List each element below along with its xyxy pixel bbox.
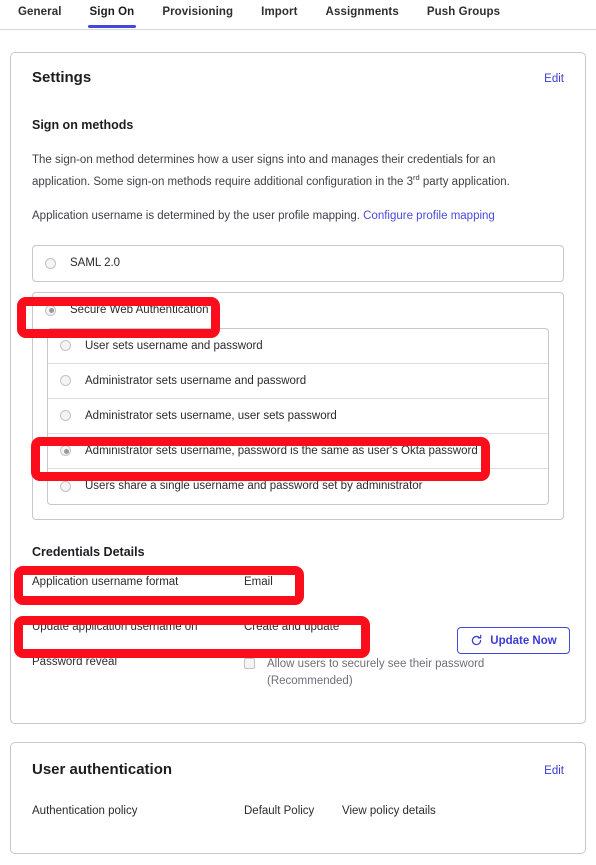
radio-icon[interactable] xyxy=(45,257,56,269)
password-reveal-line-1: Allow users to securely see their passwo… xyxy=(267,657,485,670)
radio-icon[interactable] xyxy=(60,340,71,352)
tab-provisioning-label: Provisioning xyxy=(162,6,234,18)
row-authentication-policy: Authentication policy Default Policy Vie… xyxy=(11,805,585,817)
update-application-username-label: Update application username on xyxy=(32,620,198,633)
option-saml-2-0[interactable]: SAML 2.0 xyxy=(33,246,563,281)
tab-sign-on-label: Sign On xyxy=(89,6,135,18)
sub-option-admin-username-user-password[interactable]: Administrator sets username, user sets p… xyxy=(48,399,548,434)
password-reveal-checkbox-wrap[interactable]: Allow users to securely see their passwo… xyxy=(244,656,564,690)
sub-option-label: Administrator sets username and password xyxy=(85,374,307,387)
description-ordinal-suffix: rd xyxy=(413,173,420,182)
tab-push-groups[interactable]: Push Groups xyxy=(427,0,500,27)
sub-option-label: User sets username and password xyxy=(85,339,263,352)
credentials-details-heading: Credentials Details xyxy=(32,544,145,559)
option-group-saml: SAML 2.0 xyxy=(32,244,564,282)
option-secure-web-authentication[interactable]: Secure Web Authentication xyxy=(33,293,563,328)
sign-on-methods-description: The sign-on method determines how a user… xyxy=(11,151,556,191)
sub-option-user-sets-username-password[interactable]: User sets username and password xyxy=(48,329,548,364)
user-authentication-header: User authentication Edit xyxy=(11,743,585,778)
tab-general[interactable]: General xyxy=(18,0,62,27)
tab-import-label: Import xyxy=(261,6,298,18)
tab-assignments-label: Assignments xyxy=(325,6,399,18)
view-policy-details-link[interactable]: View policy details xyxy=(342,805,564,817)
row-password-reveal: Password reveal Allow users to securely … xyxy=(11,656,585,690)
update-now-label: Update Now xyxy=(490,634,557,647)
checkbox-icon[interactable] xyxy=(244,657,255,669)
tab-import[interactable]: Import xyxy=(261,0,297,27)
description-line-2-pre: Some sign-on methods require additional … xyxy=(93,175,414,188)
radio-icon[interactable] xyxy=(60,445,71,457)
profile-mapping-text: Application username is determined by th… xyxy=(32,209,364,222)
user-authentication-title: User authentication xyxy=(32,761,173,778)
radio-icon[interactable] xyxy=(60,375,71,387)
settings-card: Settings Edit Sign on methods The sign-o… xyxy=(10,52,586,724)
radio-icon[interactable] xyxy=(45,304,56,316)
application-username-format-value: Email xyxy=(244,575,273,588)
password-reveal-line-2: (Recommended) xyxy=(267,674,353,687)
sign-on-methods-heading: Sign on methods xyxy=(32,118,134,132)
tab-general-label: General xyxy=(18,6,62,18)
app-tabs: General Sign On Provisioning Import Assi… xyxy=(0,0,596,30)
radio-icon[interactable] xyxy=(60,480,71,492)
configure-profile-mapping-link[interactable]: Configure profile mapping xyxy=(363,210,495,222)
profile-mapping-description: Application username is determined by th… xyxy=(11,207,556,225)
sub-option-shared-username-password[interactable]: Users share a single username and passwo… xyxy=(48,469,548,504)
radio-icon[interactable] xyxy=(60,410,71,422)
update-now-button[interactable]: Update Now xyxy=(457,627,570,654)
tab-push-groups-label: Push Groups xyxy=(426,6,501,18)
tab-assignments[interactable]: Assignments xyxy=(326,0,399,27)
settings-edit-link[interactable]: Edit xyxy=(544,73,564,85)
sub-option-label: Users share a single username and passwo… xyxy=(85,480,423,493)
sub-option-admin-username-okta-password[interactable]: Administrator sets username, password is… xyxy=(48,434,548,469)
authentication-policy-value: Default Policy xyxy=(244,805,315,817)
row-application-username-format: Application username format Email xyxy=(11,576,585,588)
password-reveal-label: Password reveal xyxy=(32,655,118,668)
swa-sub-options: User sets username and password Administ… xyxy=(47,327,549,505)
settings-card-header: Settings Edit xyxy=(11,53,585,86)
sign-on-settings-page: General Sign On Provisioning Import Assi… xyxy=(0,0,596,865)
option-group-swa: Secure Web Authentication User sets user… xyxy=(32,291,564,520)
sub-option-label: Administrator sets username, user sets p… xyxy=(85,409,337,422)
user-authentication-card: User authentication Edit Authentication … xyxy=(10,742,586,854)
refresh-icon xyxy=(472,634,482,646)
settings-title: Settings xyxy=(32,69,92,86)
description-line-2-post: party application. xyxy=(419,175,510,188)
sign-on-method-options: SAML 2.0 Secure Web Authentication User … xyxy=(11,244,585,520)
application-username-format-label: Application username format xyxy=(32,575,179,588)
user-authentication-edit-link[interactable]: Edit xyxy=(544,765,564,777)
password-reveal-description: Allow users to securely see their passwo… xyxy=(267,656,564,690)
option-label: SAML 2.0 xyxy=(70,257,121,270)
sub-option-admin-sets-username-password[interactable]: Administrator sets username and password xyxy=(48,364,548,399)
sub-option-label: Administrator sets username, password is… xyxy=(85,444,478,457)
tab-provisioning[interactable]: Provisioning xyxy=(162,0,233,27)
tab-sign-on[interactable]: Sign On xyxy=(87,0,137,28)
option-label: Secure Web Authentication xyxy=(70,304,209,317)
authentication-policy-label: Authentication policy xyxy=(32,805,138,817)
